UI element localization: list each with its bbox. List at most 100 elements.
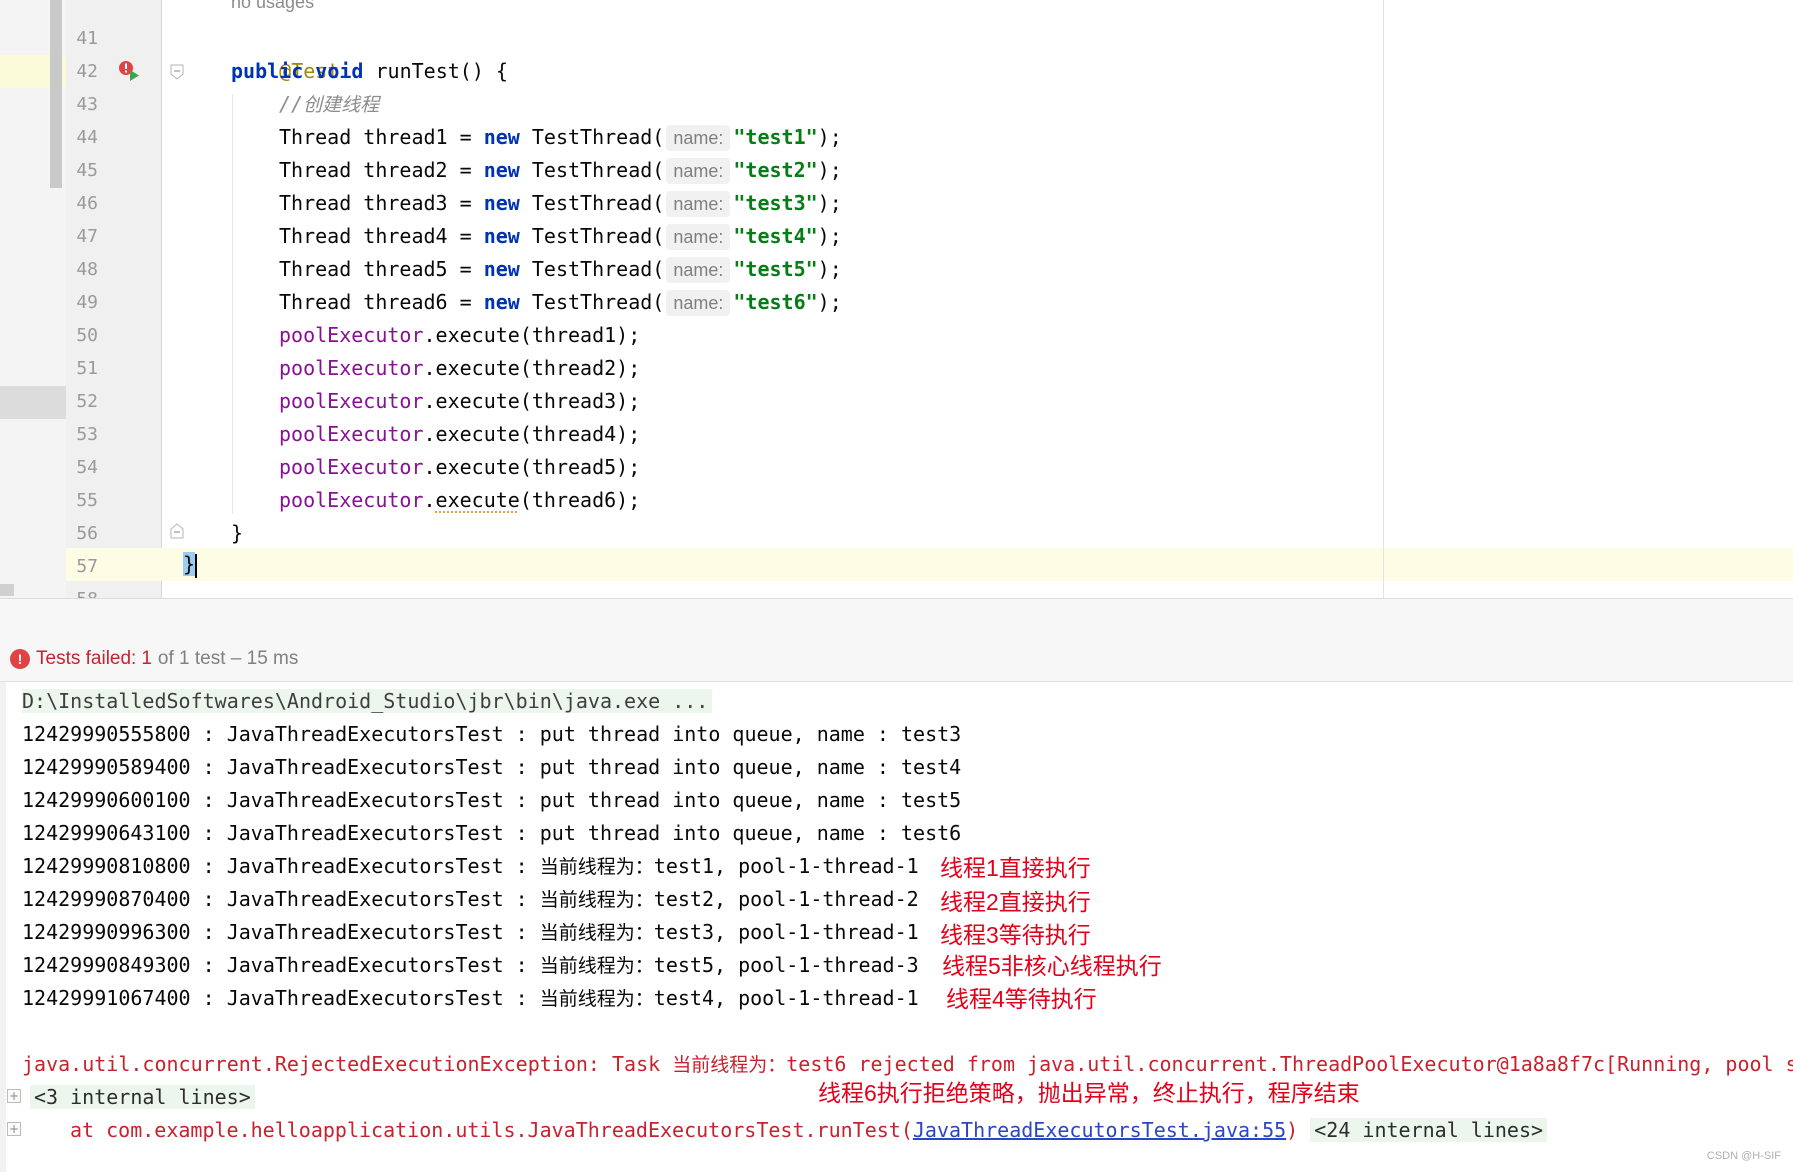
code-line-method-close[interactable]: } — [231, 517, 243, 550]
annotation-note: 线程5非核心线程执行 — [942, 953, 1162, 979]
code-line-execute[interactable]: poolExecutor.execute(thread6); — [279, 484, 640, 517]
keyword: new — [483, 191, 520, 215]
dot: . — [423, 323, 436, 347]
log-prefix: 12429990810800 : JavaThreadExecutorsTest… — [22, 854, 540, 878]
tests-failed-label: Tests failed: — [36, 647, 137, 669]
exception-prefix: java.util.concurrent.RejectedExecutionEx… — [22, 1052, 673, 1076]
declaration: Thread thread2 = — [279, 158, 484, 182]
declaration: Thread thread5 = — [279, 257, 484, 281]
keyword: new — [483, 257, 520, 281]
constructor: TestThread( — [519, 257, 665, 281]
statement-end: ); — [817, 224, 842, 248]
constructor: TestThread( — [519, 125, 665, 149]
code-editor[interactable]: 41 42 43 44 45 46 47 48 49 50 51 52 53 5… — [0, 0, 1793, 598]
code-line-execute[interactable]: poolExecutor.execute(thread3); — [279, 385, 640, 418]
code-line-thread-decl[interactable]: Thread thread2 = new TestThread(name: "te… — [279, 154, 842, 187]
method-call: execute — [435, 356, 520, 380]
declaration: Thread thread6 = — [279, 290, 484, 314]
code-line-thread-decl[interactable]: Thread thread6 = new TestThread(name: "te… — [279, 286, 842, 319]
fold-collapse-icon[interactable] — [170, 64, 184, 80]
structure-scrollbar[interactable] — [50, 0, 62, 188]
run-test-failed-icon[interactable] — [118, 60, 140, 82]
line-number: 44 — [76, 127, 98, 148]
code-line-comment[interactable]: //创建线程 — [279, 88, 379, 121]
constructor: TestThread( — [519, 290, 665, 314]
annotation-note: 线程1直接执行 — [940, 855, 1091, 881]
stack-frame-close: ) — [1286, 1118, 1299, 1142]
declaration: Thread thread4 = — [279, 224, 484, 248]
field-reference: poolExecutor — [279, 323, 424, 347]
line-number: 57 — [76, 556, 98, 577]
log-prefix: 12429990849300 : JavaThreadExecutorsTest… — [22, 953, 540, 977]
log-cn-text: 当前线程为： — [539, 889, 654, 911]
watermark: CSDN @H-SIF — [1706, 1150, 1781, 1162]
panel-separator[interactable] — [0, 598, 1793, 636]
line-number: 47 — [76, 226, 98, 247]
statement-end: ); — [817, 158, 842, 182]
call-args: (thread2); — [519, 356, 641, 380]
code-line-execute[interactable]: poolExecutor.execute(thread2); — [279, 352, 640, 385]
expand-toggle[interactable]: + — [7, 1089, 21, 1103]
console-output-line: 12429990849300 : JavaThreadExecutorsTest… — [22, 949, 919, 982]
comment-slashes: // — [279, 92, 304, 116]
code-line-thread-decl[interactable]: Thread thread3 = new TestThread(name: "te… — [279, 187, 842, 220]
line-number: 49 — [76, 292, 98, 313]
code-line-method-signature[interactable]: public void runTest() { — [231, 55, 508, 88]
call-args: (thread3); — [519, 389, 641, 413]
call-args: (thread1); — [519, 323, 641, 347]
code-line-execute[interactable]: poolExecutor.execute(thread5); — [279, 451, 640, 484]
line-number: 51 — [76, 358, 98, 379]
exception-suffix: test6 rejected from java.util.concurrent… — [786, 1052, 1793, 1076]
dot: . — [423, 356, 436, 380]
test-status-bar: ! Tests failed: 1 of 1 test – 15 ms — [0, 636, 1793, 682]
log-cn-text: 当前线程为： — [539, 955, 654, 977]
keyword: new — [483, 224, 520, 248]
console-output-line: 12429990810800 : JavaThreadExecutorsTest… — [22, 850, 919, 883]
code-line-thread-decl[interactable]: Thread thread1 = new TestThread(name: "te… — [279, 121, 842, 154]
console-command-line[interactable]: D:\InstalledSoftwares\Android_Studio\jbr… — [22, 685, 713, 718]
method-call: execute — [435, 422, 520, 446]
code-line-thread-decl[interactable]: Thread thread5 = new TestThread(name: "te… — [279, 253, 842, 286]
console-output-line: 12429990600100 : JavaThreadExecutorsTest… — [22, 788, 962, 812]
code-line-annotation[interactable]: @Test — [231, 22, 339, 83]
error-icon: ! — [10, 648, 30, 669]
line-number: 54 — [76, 457, 98, 478]
stack-trace-line: at com.example.helloapplication.utils.Ja… — [70, 1114, 1548, 1147]
method-call-warning[interactable]: execute — [436, 488, 520, 512]
annotation-note: 线程6执行拒绝策略，抛出异常，终止执行，程序结束 — [818, 1080, 1360, 1106]
text-caret — [195, 553, 198, 578]
internal-lines-label[interactable]: <24 internal lines> — [1310, 1118, 1548, 1142]
line-number: 58 — [66, 583, 98, 598]
code-line-class-close[interactable]: } — [183, 548, 198, 581]
console-output-line: 12429990870400 : JavaThreadExecutorsTest… — [22, 883, 919, 916]
code-line-thread-decl[interactable]: Thread thread4 = new TestThread(name: "te… — [279, 220, 842, 253]
code-line-execute[interactable]: poolExecutor.execute(thread4); — [279, 418, 640, 451]
internal-lines-fold[interactable]: <3 internal lines> — [30, 1081, 255, 1114]
strip-marker — [0, 584, 14, 596]
console-output-line: 12429990555800 : JavaThreadExecutorsTest… — [22, 722, 962, 746]
dot: . — [423, 389, 436, 413]
parameter-hint: name: — [666, 224, 731, 250]
keyword: new — [483, 290, 520, 314]
statement-end: ); — [817, 290, 842, 314]
code-line-execute[interactable]: poolExecutor.execute(thread1); — [279, 319, 640, 352]
annotation-note: 线程2直接执行 — [940, 889, 1091, 915]
indent-guide — [232, 94, 233, 514]
method-call: execute — [435, 455, 520, 479]
fold-end-icon[interactable] — [170, 523, 184, 539]
run-console[interactable]: D:\InstalledSoftwares\Android_Studio\jbr… — [0, 682, 1793, 1172]
parameter-hint: name: — [666, 158, 731, 184]
comment-text: 创建线程 — [303, 94, 380, 116]
command-text: D:\InstalledSoftwares\Android_Studio\jbr… — [22, 689, 713, 713]
string-literal: "test4" — [733, 224, 818, 248]
usages-hint[interactable]: no usages — [231, 0, 314, 13]
field-reference: poolExecutor — [279, 488, 424, 512]
expand-toggle[interactable]: + — [7, 1122, 21, 1136]
log-prefix: 12429991067400 : JavaThreadExecutorsTest… — [22, 986, 540, 1010]
constructor: TestThread( — [519, 158, 665, 182]
line-number: 42 — [76, 61, 98, 82]
source-link[interactable]: JavaThreadExecutorsTest.java:55 — [913, 1118, 1286, 1142]
line-number: 46 — [76, 193, 98, 214]
internal-lines-label[interactable]: <3 internal lines> — [30, 1085, 255, 1109]
log-cn-text: 当前线程为： — [539, 856, 654, 878]
